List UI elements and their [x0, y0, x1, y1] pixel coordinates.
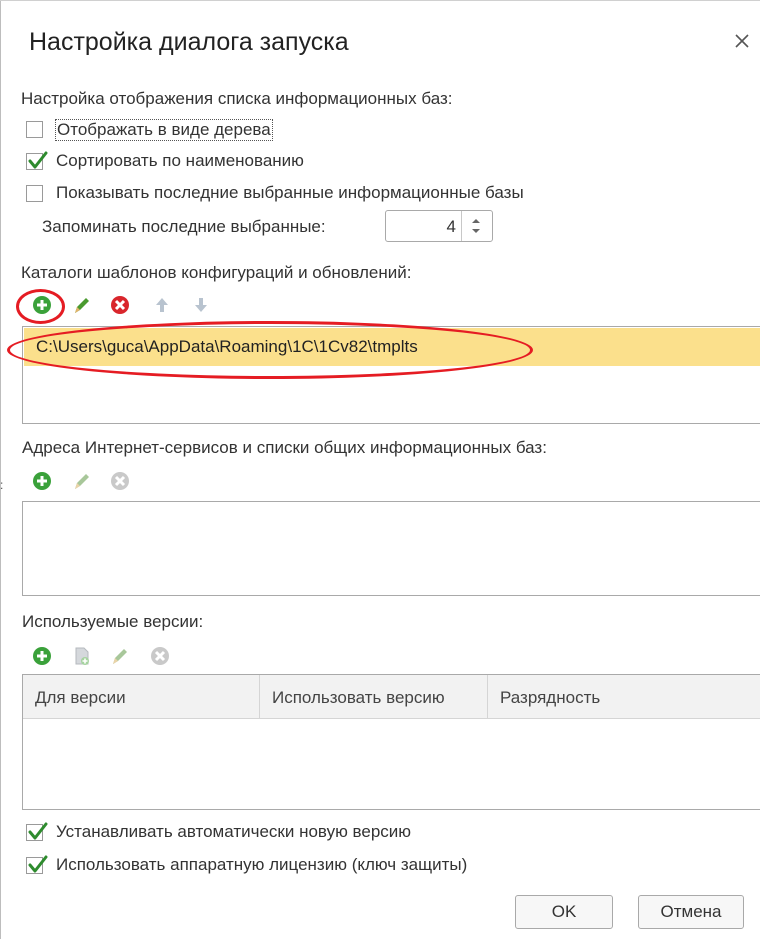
- sort-by-name-label[interactable]: Сортировать по наименованию: [56, 151, 304, 171]
- add-icon[interactable]: [30, 644, 54, 668]
- show-recent-label[interactable]: Показывать последние выбранные информаци…: [56, 183, 524, 203]
- stepper-buttons[interactable]: [461, 211, 492, 241]
- delete-icon[interactable]: [148, 644, 172, 668]
- column-header-label: Использовать версию: [272, 688, 445, 707]
- column-header-label: Для версии: [35, 688, 126, 707]
- templates-heading: Каталоги шаблонов конфигураций и обновле…: [21, 263, 412, 282]
- close-icon: [735, 34, 749, 48]
- window-left-border: [0, 0, 1, 939]
- remember-recent-value[interactable]: 4: [447, 217, 456, 237]
- move-down-icon[interactable]: [189, 293, 213, 317]
- cancel-button[interactable]: Отмена: [638, 895, 744, 929]
- internet-services-list[interactable]: [22, 501, 760, 596]
- stepper-up-icon[interactable]: [472, 219, 480, 223]
- window-top-border: [0, 0, 760, 1]
- add-icon[interactable]: [30, 469, 54, 493]
- versions-table[interactable]: Для версии Использовать версию Разряднос…: [22, 674, 760, 810]
- ok-button[interactable]: OK: [515, 895, 613, 929]
- sort-by-name-checkbox[interactable]: [26, 151, 48, 170]
- dialog-title: Настройка диалога запуска: [29, 28, 349, 56]
- internet-services-heading: Адреса Интернет-сервисов и списки общих …: [22, 438, 547, 457]
- annotation-ellipse-add: [16, 289, 65, 324]
- column-header-for-version[interactable]: Для версии: [23, 675, 259, 719]
- checkmark-icon: [28, 855, 48, 873]
- hardware-license-label[interactable]: Использовать аппаратную лицензию (ключ з…: [56, 855, 467, 875]
- checkmark-icon: [28, 151, 48, 169]
- stepper-down-icon[interactable]: [472, 229, 480, 233]
- remember-recent-label: Запоминать последние выбранные:: [42, 217, 326, 236]
- edit-icon[interactable]: [70, 293, 94, 317]
- delete-icon[interactable]: [108, 469, 132, 493]
- column-header-use-version[interactable]: Использовать версию: [259, 675, 487, 719]
- delete-icon[interactable]: [108, 293, 132, 317]
- remember-recent-stepper[interactable]: 4: [385, 210, 493, 242]
- display-settings-heading: Настройка отображения списка информацион…: [21, 89, 453, 108]
- versions-heading: Используемые версии:: [22, 612, 204, 631]
- hardware-license-checkbox[interactable]: [26, 855, 48, 874]
- annotation-ellipse-path: [7, 321, 533, 379]
- show-as-tree-checkbox[interactable]: [26, 121, 43, 138]
- checkmark-icon: [28, 822, 48, 840]
- show-as-tree-label[interactable]: Отображать в виде дерева: [55, 119, 273, 141]
- show-recent-checkbox[interactable]: [26, 185, 43, 202]
- close-button[interactable]: [727, 26, 757, 56]
- auto-install-label[interactable]: Устанавливать автоматически новую версию: [56, 822, 411, 842]
- copy-icon[interactable]: [70, 644, 94, 668]
- auto-install-checkbox[interactable]: [26, 822, 48, 841]
- margin-dots: :: [0, 478, 4, 492]
- column-header-label: Разрядность: [500, 688, 601, 707]
- edit-icon[interactable]: [70, 469, 94, 493]
- edit-icon[interactable]: [108, 644, 132, 668]
- move-up-icon[interactable]: [150, 293, 174, 317]
- column-header-bitness[interactable]: Разрядность: [487, 675, 760, 719]
